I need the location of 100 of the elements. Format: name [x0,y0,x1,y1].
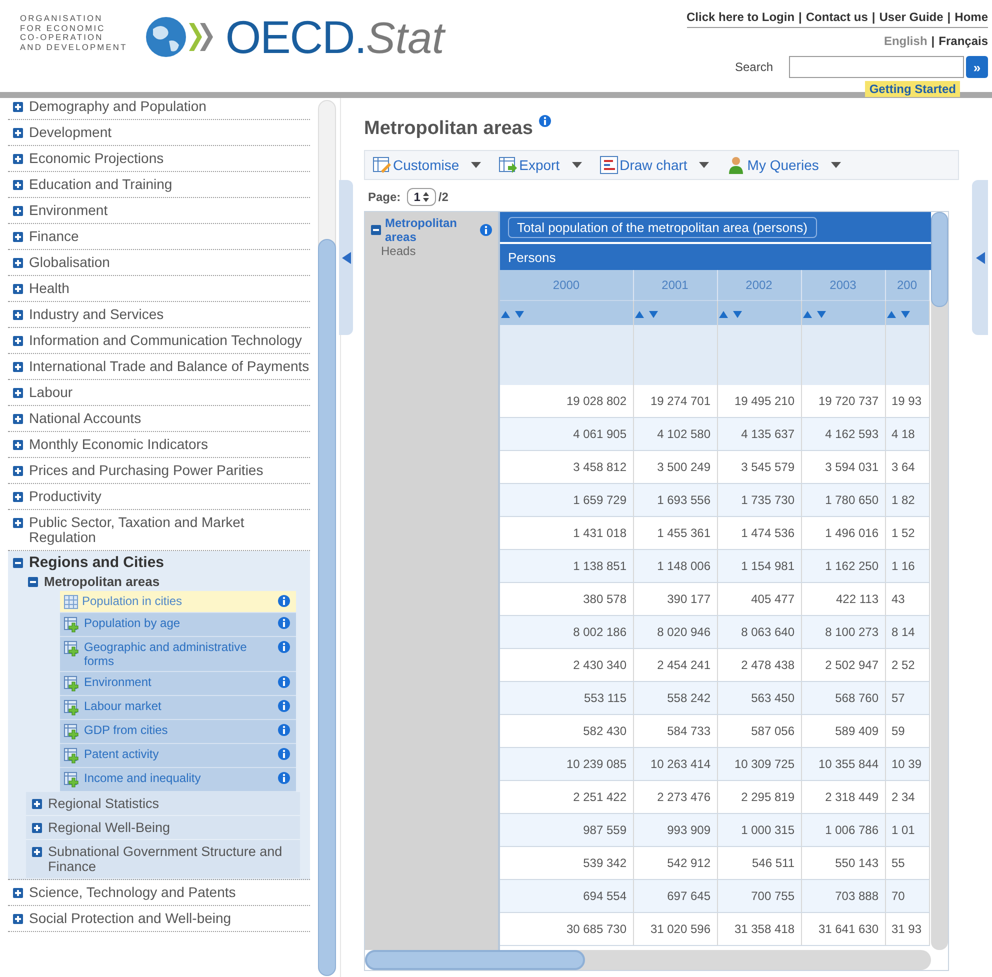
table-cell: 700 755 [717,880,801,912]
collapse-icon[interactable] [28,577,38,587]
collapse-icon[interactable] [13,558,23,568]
category-item[interactable]: Social Protection and Well-being [29,911,232,926]
scrollbar-track[interactable] [318,100,336,976]
scrollbar-thumb[interactable] [318,239,336,976]
info-icon[interactable] [278,641,290,653]
expand-icon[interactable] [13,362,23,372]
expand-icon[interactable] [13,466,23,476]
left-arrow-icon[interactable] [976,252,984,264]
table-cell: 70 [885,880,929,912]
vertical-scrollbar[interactable] [931,212,948,950]
expand-icon[interactable] [13,284,23,294]
category-item[interactable]: Industry and Services [29,307,164,322]
header-link[interactable]: Click here to Login [686,10,795,24]
page-selector[interactable]: 1 [406,188,436,206]
table-cell: 4 061 905 [500,418,633,450]
category-item[interactable]: Economic Projections [29,151,164,166]
table-cell: 1 148 006 [633,550,717,582]
expand-icon[interactable] [13,232,23,242]
info-icon[interactable] [278,617,290,629]
sort-arrows-icon[interactable] [802,308,828,318]
expand-icon[interactable] [13,440,23,450]
category-item[interactable]: Health [29,281,70,296]
expand-panel-tab[interactable] [972,180,988,335]
info-icon[interactable] [480,224,492,236]
category-item[interactable]: Education and Training [29,177,172,192]
table-icon [64,595,78,609]
link-separator: | [931,34,935,48]
toolbar-button[interactable]: Draw chart [600,156,710,174]
expand-icon[interactable] [13,128,23,138]
expand-icon[interactable] [13,258,23,268]
expand-icon[interactable] [13,388,23,398]
toolbar-button[interactable]: Export [499,156,582,174]
search-field[interactable] [789,56,964,78]
toolbar-button[interactable]: My Queries [727,156,841,174]
info-icon[interactable] [278,724,290,736]
info-icon[interactable] [278,676,290,688]
table-cell: 8 002 186 [500,616,633,648]
header-link[interactable]: Contact us [806,10,868,24]
table-cell: 8 100 273 [801,616,885,648]
expand-icon[interactable] [13,154,23,164]
category-item[interactable]: Science, Technology and Patents [29,885,236,900]
link-separator: | [947,10,951,24]
horizontal-scrollbar-thumb[interactable] [365,950,585,970]
header-link[interactable]: Home [954,10,988,24]
collapse-panel-tab[interactable] [339,180,353,335]
expand-icon[interactable] [13,914,23,924]
expand-icon[interactable] [13,888,23,898]
category-item[interactable]: Information and Communication Technology [29,333,302,348]
category-item[interactable]: Labour [29,385,73,400]
collapse-icon[interactable] [371,225,381,235]
category-item[interactable]: Monthly Economic Indicators [29,437,208,452]
expand-icon[interactable] [32,847,42,857]
left-arrow-icon[interactable] [342,252,350,264]
expand-icon[interactable] [13,206,23,216]
sort-arrows-icon[interactable] [500,308,526,318]
category-item[interactable]: Finance [29,229,79,244]
info-icon[interactable] [278,748,290,760]
sort-arrows-icon[interactable] [886,308,912,318]
logo-text: OECD. [225,10,366,64]
info-icon[interactable] [278,772,290,784]
info-icon[interactable] [278,700,290,712]
expand-icon[interactable] [32,823,42,833]
toolbar-button[interactable]: Customise [373,156,482,174]
category-item[interactable]: Demography and Population [29,99,206,114]
expand-icon[interactable] [13,518,23,528]
expand-icon[interactable] [13,180,23,190]
category-item[interactable]: Metropolitan areas [44,574,160,589]
category-item[interactable]: National Accounts [29,411,142,426]
expand-icon[interactable] [13,414,23,424]
expand-icon[interactable] [13,336,23,346]
category-item[interactable]: Regions and Cities [29,555,164,570]
category-item[interactable]: International Trade and Balance of Payments [29,359,310,374]
category-item[interactable]: Environment [29,203,108,218]
vertical-scrollbar-thumb[interactable] [931,212,948,307]
sort-arrows-icon[interactable] [634,308,660,318]
expand-icon[interactable] [13,102,23,112]
header-link[interactable]: User Guide [879,10,944,24]
category-item[interactable]: Public Sector, Taxation and Market Regulation [29,515,310,545]
expand-icon[interactable] [32,799,42,809]
info-icon[interactable] [538,115,551,127]
horizontal-scrollbar[interactable] [365,950,931,970]
table-cell: 31 358 418 [717,912,801,946]
table-cell: 1 780 650 [801,484,885,516]
category-item[interactable]: Development [29,125,112,140]
table-cell: 1 006 786 [801,814,885,846]
expand-icon[interactable] [13,492,23,502]
expand-icon[interactable] [13,310,23,320]
language-link[interactable]: Français [938,34,988,48]
info-icon[interactable] [278,595,290,607]
table-plus-icon [64,700,80,716]
sort-arrows-icon[interactable] [718,308,744,318]
measure-header[interactable]: Total population of the metropolitan area (persons) [508,216,817,238]
getting-started-link[interactable]: Getting Started [865,81,960,97]
category-item[interactable]: Productivity [29,489,102,504]
category-item[interactable]: Prices and Purchasing Power Parities [29,463,264,478]
search-button[interactable]: » [966,56,988,78]
language-link[interactable]: English [884,34,928,48]
category-item[interactable]: Globalisation [29,255,110,270]
